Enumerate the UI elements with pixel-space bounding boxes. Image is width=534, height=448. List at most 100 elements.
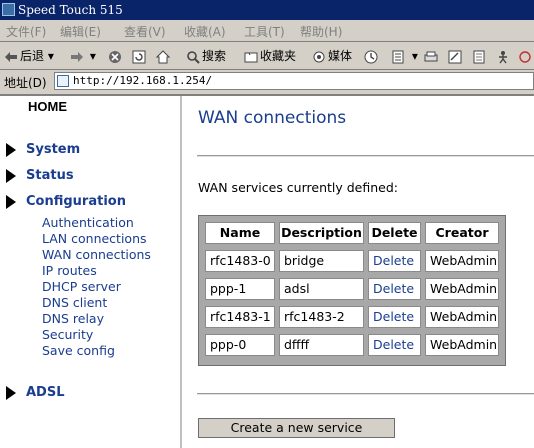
page-title: WAN connections (198, 108, 347, 128)
address-label: 地址(D) (4, 76, 47, 90)
menu-view[interactable]: 查看(V) (124, 23, 166, 40)
menu-bar: 文件(F) 编辑(E) 查看(V) 收藏(A) 工具(T) 帮助(H) (0, 20, 534, 42)
main-content: WAN connections WAN services currently d… (182, 96, 534, 448)
edit-button[interactable] (448, 47, 464, 65)
triangle-right-icon (6, 194, 16, 209)
forward-arrow-icon (71, 51, 83, 62)
extension-icon (519, 50, 531, 63)
search-button[interactable]: 搜索 (186, 47, 226, 65)
home-button[interactable] (156, 47, 172, 65)
menu-file[interactable]: 文件(F) (6, 23, 46, 40)
table-cell-description: dffff (279, 334, 364, 356)
address-url: http://192.168.1.254/ (73, 74, 213, 87)
table-header-name: Name (205, 222, 275, 244)
sidebar-item-configuration[interactable]: Configuration (6, 194, 126, 209)
forward-button[interactable]: ▾ (70, 47, 96, 65)
sidebar-subitem-dns-client[interactable]: DNS client (42, 295, 107, 310)
services-description: WAN services currently defined: (198, 180, 399, 195)
search-icon (187, 50, 200, 64)
window-titlebar[interactable]: Speed Touch 515 (0, 0, 534, 20)
edit-page-icon (448, 50, 462, 63)
sidebar-subitem-dhcp-server[interactable]: DHCP server (42, 279, 121, 294)
triangle-right-icon (6, 168, 16, 183)
sidebar-subitem-security[interactable]: Security (42, 327, 93, 342)
print-icon (424, 51, 438, 61)
sidebar-item-status-label: Status (26, 168, 74, 183)
create-service-button[interactable]: Create a new service (198, 418, 395, 438)
sidebar-item-system[interactable]: System (6, 142, 80, 157)
menu-favorites[interactable]: 收藏(A) (184, 23, 226, 40)
table-cell-name: ppp-0 (205, 334, 275, 356)
table-cell-name: ppp-1 (205, 278, 275, 300)
media-label: 媒体 (328, 49, 353, 63)
sidebar-nav: HOME System Status Configuration Authent… (0, 96, 182, 448)
sidebar-subitem-lan-connections[interactable]: LAN connections (42, 231, 147, 246)
sidebar-item-adsl-label: ADSL (26, 385, 65, 400)
print-button[interactable] (424, 47, 440, 65)
extra-tool-button[interactable] (518, 47, 534, 65)
back-button[interactable]: 后退 ▾ (4, 47, 54, 65)
sidebar-item-system-label: System (26, 142, 81, 157)
favorites-folder-icon (244, 52, 258, 62)
home-icon (156, 49, 170, 63)
sidebar-item-configuration-label: Configuration (26, 194, 126, 209)
menu-edit[interactable]: 编辑(E) (60, 23, 101, 40)
table-cell-name: rfc1483-1 (205, 306, 275, 328)
window-title: Speed Touch 515 (18, 3, 123, 17)
triangle-right-icon (6, 385, 16, 400)
table-cell-description: rfc1483-2 (279, 306, 364, 328)
sidebar-subitem-save-config[interactable]: Save config (42, 343, 115, 358)
address-input[interactable]: http://192.168.1.254/ (54, 72, 534, 90)
discuss-button[interactable] (472, 47, 488, 65)
back-label: 后退 (20, 49, 45, 63)
table-header-description: Description (279, 222, 364, 244)
table-cell-creator: WebAdmin (425, 306, 499, 328)
menu-help[interactable]: 帮助(H) (300, 23, 342, 40)
sidebar-home-link[interactable]: HOME (28, 99, 67, 114)
browser-toolbar: 后退 ▾ ▾ 搜索 收藏夹 媒体 ▾ (0, 42, 534, 70)
table-cell-description: adsl (279, 278, 364, 300)
sidebar-subitem-ip-routes[interactable]: IP routes (42, 263, 97, 278)
divider-bottom (197, 393, 534, 395)
table-header-delete: Delete (368, 222, 421, 244)
refresh-button[interactable] (132, 47, 148, 65)
discuss-icon (473, 50, 485, 63)
table-cell-creator: WebAdmin (425, 334, 499, 356)
history-button[interactable] (364, 47, 380, 65)
search-label: 搜索 (202, 49, 227, 63)
table-cell-name: rfc1483-0 (205, 250, 275, 272)
favorites-label: 收藏夹 (260, 49, 297, 63)
wan-services-table: Name Description Delete Creator rfc1483-… (198, 215, 506, 366)
back-arrow-icon (5, 51, 17, 62)
delete-link[interactable]: Delete (368, 250, 421, 272)
mail-icon (392, 50, 404, 63)
stop-button[interactable] (108, 47, 124, 65)
refresh-icon (132, 50, 146, 63)
address-bar: 地址(D) http://192.168.1.254/ (0, 70, 534, 96)
sidebar-item-status[interactable]: Status (6, 168, 74, 183)
table-header-creator: Creator (425, 222, 499, 244)
sidebar-subitem-dns-relay[interactable]: DNS relay (42, 311, 104, 326)
media-button[interactable]: 媒体 (312, 47, 352, 65)
divider-top (197, 155, 534, 157)
table-cell-description: bridge (279, 250, 364, 272)
page-icon (57, 75, 69, 87)
media-icon (313, 51, 325, 62)
table-cell-creator: WebAdmin (425, 250, 499, 272)
mail-button[interactable]: ▾ (392, 47, 418, 65)
stop-icon (109, 50, 121, 63)
triangle-right-icon (6, 142, 16, 157)
menu-tools[interactable]: 工具(T) (244, 23, 285, 40)
messenger-person-icon (499, 50, 507, 63)
delete-link[interactable]: Delete (368, 306, 421, 328)
favorites-button[interactable]: 收藏夹 (244, 47, 296, 65)
sidebar-subitem-authentication[interactable]: Authentication (42, 215, 134, 230)
sidebar-subitem-wan-connections[interactable]: WAN connections (42, 247, 151, 262)
messenger-button[interactable] (496, 47, 512, 65)
table-cell-creator: WebAdmin (425, 278, 499, 300)
browser-app-icon (2, 3, 15, 16)
delete-link[interactable]: Delete (368, 334, 421, 356)
sidebar-item-adsl[interactable]: ADSL (6, 385, 65, 400)
delete-link[interactable]: Delete (368, 278, 421, 300)
history-icon (364, 50, 378, 63)
